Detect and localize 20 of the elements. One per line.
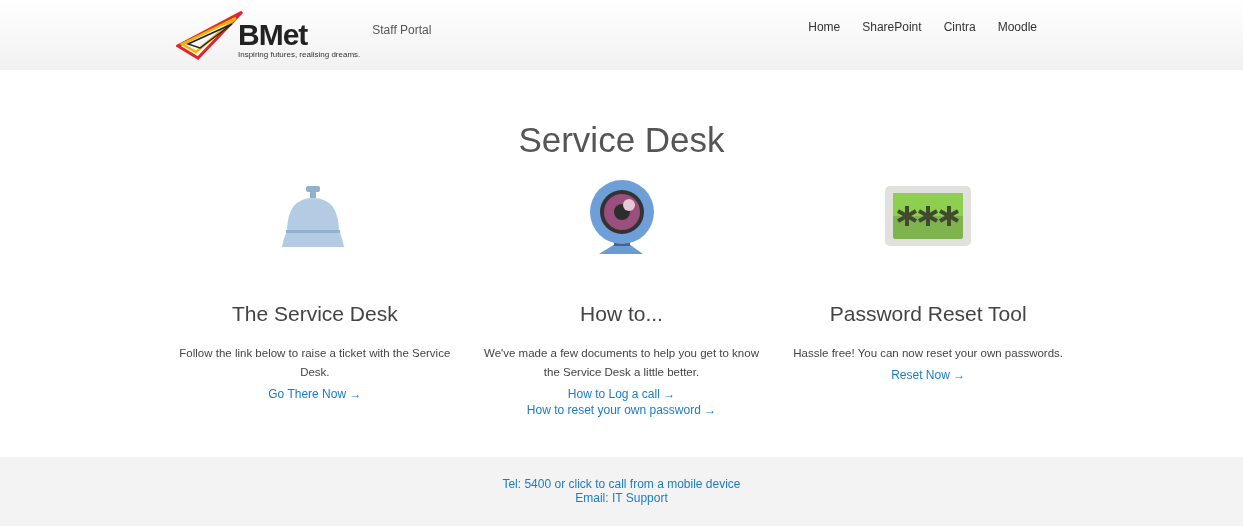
page-title: Service Desk: [518, 119, 725, 161]
nav-link[interactable]: Cintra: [943, 20, 976, 34]
section-heading: Password Reset Tool: [829, 301, 1027, 327]
section-text: Hassle free! You can now reset your own passwords.: [792, 346, 1065, 361]
section-text: Follow the link below to raise a ticket with the Service Desk.: [178, 346, 452, 380]
portal-name: Staff Portal: [372, 23, 432, 37]
section-link[interactable]: Reset Now →: [891, 367, 966, 383]
nav-link[interactable]: SharePoint: [862, 20, 922, 34]
logo-tagline: Inspiring futures, realising dreams.: [238, 50, 361, 59]
section-link[interactable]: How to reset your own password →: [526, 402, 717, 418]
footer-link[interactable]: Email: IT Support: [575, 490, 668, 505]
section-link[interactable]: How to Log a call →: [567, 386, 676, 402]
section-heading: The Service Desk: [231, 301, 398, 327]
section-link[interactable]: Go There Now →: [268, 386, 362, 402]
logo-text: BMet: [238, 20, 309, 50]
nav-link[interactable]: Moodle: [997, 20, 1037, 34]
footer-link[interactable]: Tel: 5400 or click to call from a mobile device: [502, 476, 741, 491]
nav-link[interactable]: Home: [808, 20, 841, 34]
section-text: We've made a few documents to help you get to know the Service Desk a little better.: [483, 346, 760, 380]
section-heading: How to...: [580, 301, 663, 327]
